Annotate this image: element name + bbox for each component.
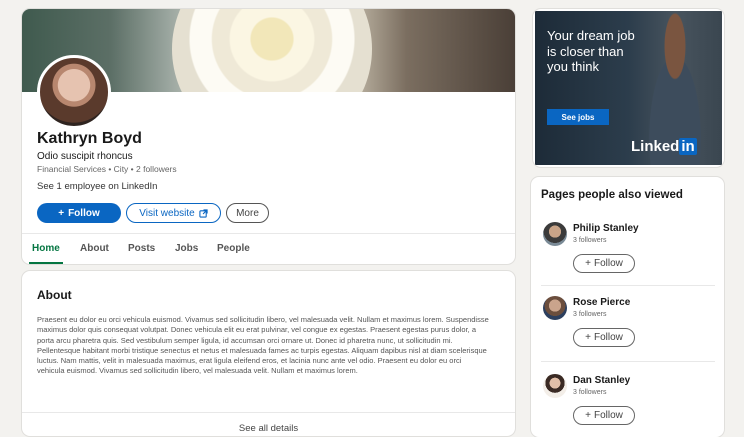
tab-home[interactable]: Home xyxy=(32,243,60,254)
plus-icon: + xyxy=(585,410,591,421)
page-followers: 3 followers xyxy=(573,237,607,244)
ad-image[interactable]: Your dream job is closer than you think … xyxy=(535,11,722,165)
plus-icon: + xyxy=(585,258,591,269)
profile-headline: Odio suscipit rhoncus xyxy=(37,151,133,162)
active-tab-indicator xyxy=(29,262,63,264)
visit-website-label: Visit website xyxy=(139,207,195,219)
see-all-details-button[interactable]: See all details xyxy=(22,412,515,434)
follow-button[interactable]: + Follow xyxy=(573,328,635,347)
avatar[interactable] xyxy=(543,374,567,398)
external-link-icon xyxy=(199,208,208,218)
profile-tabs: Home About Posts Jobs People xyxy=(22,233,515,264)
page-followers: 3 followers xyxy=(573,311,607,318)
about-title: About xyxy=(37,288,72,302)
visit-website-button[interactable]: Visit website xyxy=(126,203,221,223)
ad-card[interactable]: Your dream job is closer than you think … xyxy=(533,9,724,167)
follow-button-label: Follow xyxy=(68,207,100,219)
rose-image xyxy=(172,9,372,92)
page-name[interactable]: Dan Stanley xyxy=(573,375,630,386)
follow-button[interactable]: + Follow xyxy=(37,203,121,223)
tab-posts[interactable]: Posts xyxy=(128,243,155,254)
logo-text-prefix: Linked xyxy=(631,138,680,155)
page-name[interactable]: Philip Stanley xyxy=(573,223,639,234)
list-item: Dan Stanley 3 followers + Follow xyxy=(531,374,724,437)
see-jobs-button[interactable]: See jobs xyxy=(547,109,609,125)
ad-text: Your dream job is closer than you think xyxy=(547,28,635,74)
page-followers: 3 followers xyxy=(573,389,607,396)
about-text: Praesent eu dolor eu orci vehicula euism… xyxy=(37,315,489,376)
linkedin-logo: Linked in xyxy=(631,138,697,155)
follow-button[interactable]: + Follow xyxy=(573,254,635,273)
divider xyxy=(541,285,715,286)
more-button[interactable]: More xyxy=(226,203,269,223)
follow-button-label: Follow xyxy=(593,410,623,421)
employees-link[interactable]: See 1 employee on LinkedIn xyxy=(37,181,157,192)
tab-people[interactable]: People xyxy=(217,243,250,254)
plus-icon: + xyxy=(585,332,591,343)
divider xyxy=(541,361,715,362)
follow-button-label: Follow xyxy=(593,332,623,343)
pages-also-viewed-card: Pages people also viewed Philip Stanley … xyxy=(531,177,724,437)
plus-icon: + xyxy=(58,207,65,219)
tab-about[interactable]: About xyxy=(80,243,109,254)
follow-button-label: Follow xyxy=(593,258,623,269)
profile-meta: Financial Services • City • 2 followers xyxy=(37,164,177,174)
also-viewed-title: Pages people also viewed xyxy=(541,189,683,201)
avatar[interactable] xyxy=(543,222,567,246)
tab-jobs[interactable]: Jobs xyxy=(175,243,198,254)
page-name[interactable]: Rose Pierce xyxy=(573,297,630,308)
logo-text-in: in xyxy=(679,138,697,155)
company-profile-card: Kathryn Boyd Odio suscipit rhoncus Finan… xyxy=(22,9,515,264)
profile-avatar[interactable] xyxy=(37,55,111,129)
profile-name: Kathryn Boyd xyxy=(37,130,142,147)
about-card: About Praesent eu dolor eu orci vehicula… xyxy=(22,271,515,436)
follow-button[interactable]: + Follow xyxy=(573,406,635,425)
list-item: Rose Pierce 3 followers + Follow xyxy=(531,296,724,371)
avatar[interactable] xyxy=(543,296,567,320)
